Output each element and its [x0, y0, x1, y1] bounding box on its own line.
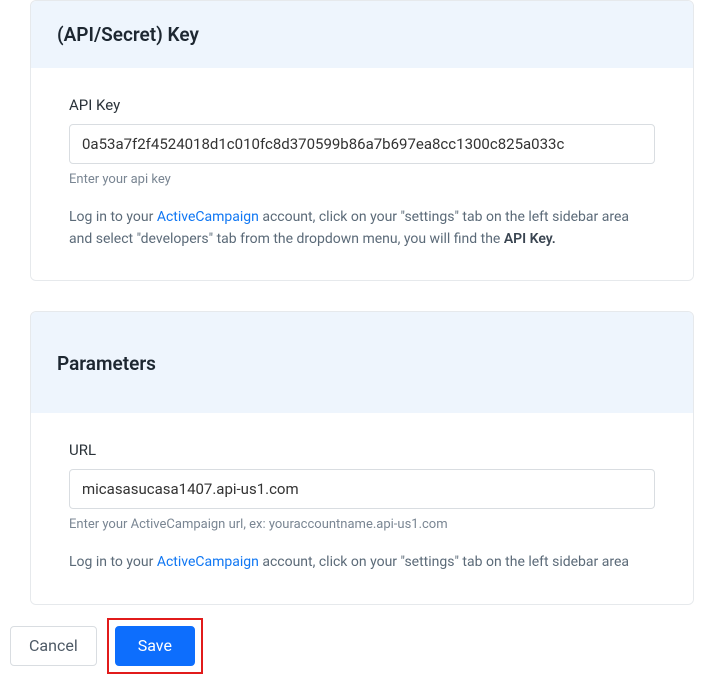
api-key-card-header: (API/Secret) Key [31, 1, 693, 68]
api-key-input[interactable] [69, 124, 655, 164]
api-key-instructions: Log in to your ActiveCampaign account, c… [69, 207, 655, 250]
activecampaign-link[interactable]: ActiveCampaign [157, 209, 259, 225]
url-instr-pre: Log in to your [69, 554, 157, 570]
api-key-card: (API/Secret) Key API Key Enter your api … [30, 0, 694, 281]
url-instructions: Log in to your ActiveCampaign account, c… [69, 552, 655, 574]
activecampaign-link-2[interactable]: ActiveCampaign [157, 554, 259, 570]
api-key-label: API Key [69, 96, 655, 114]
api-key-card-body: API Key Enter your api key Log in to you… [31, 68, 693, 280]
action-button-bar: Cancel Save [10, 618, 203, 674]
save-highlight-box: Save [107, 618, 203, 674]
api-instr-pre: Log in to your [69, 209, 157, 225]
api-key-helper: Enter your api key [69, 172, 655, 187]
parameters-section-title: Parameters [57, 352, 667, 375]
url-helper: Enter your ActiveCampaign url, ex: youra… [69, 517, 655, 532]
save-button[interactable]: Save [115, 626, 195, 666]
parameters-card-header: Parameters [31, 312, 693, 413]
cancel-button[interactable]: Cancel [10, 626, 97, 666]
api-instr-bold: API Key. [504, 231, 556, 247]
url-instr-post: account, click on your "settings" tab on… [259, 554, 629, 570]
parameters-card-body: URL Enter your ActiveCampaign url, ex: y… [31, 413, 693, 604]
url-input[interactable] [69, 469, 655, 509]
url-label: URL [69, 441, 655, 459]
parameters-card: Parameters URL Enter your ActiveCampaign… [30, 311, 694, 605]
api-key-section-title: (API/Secret) Key [57, 23, 667, 46]
